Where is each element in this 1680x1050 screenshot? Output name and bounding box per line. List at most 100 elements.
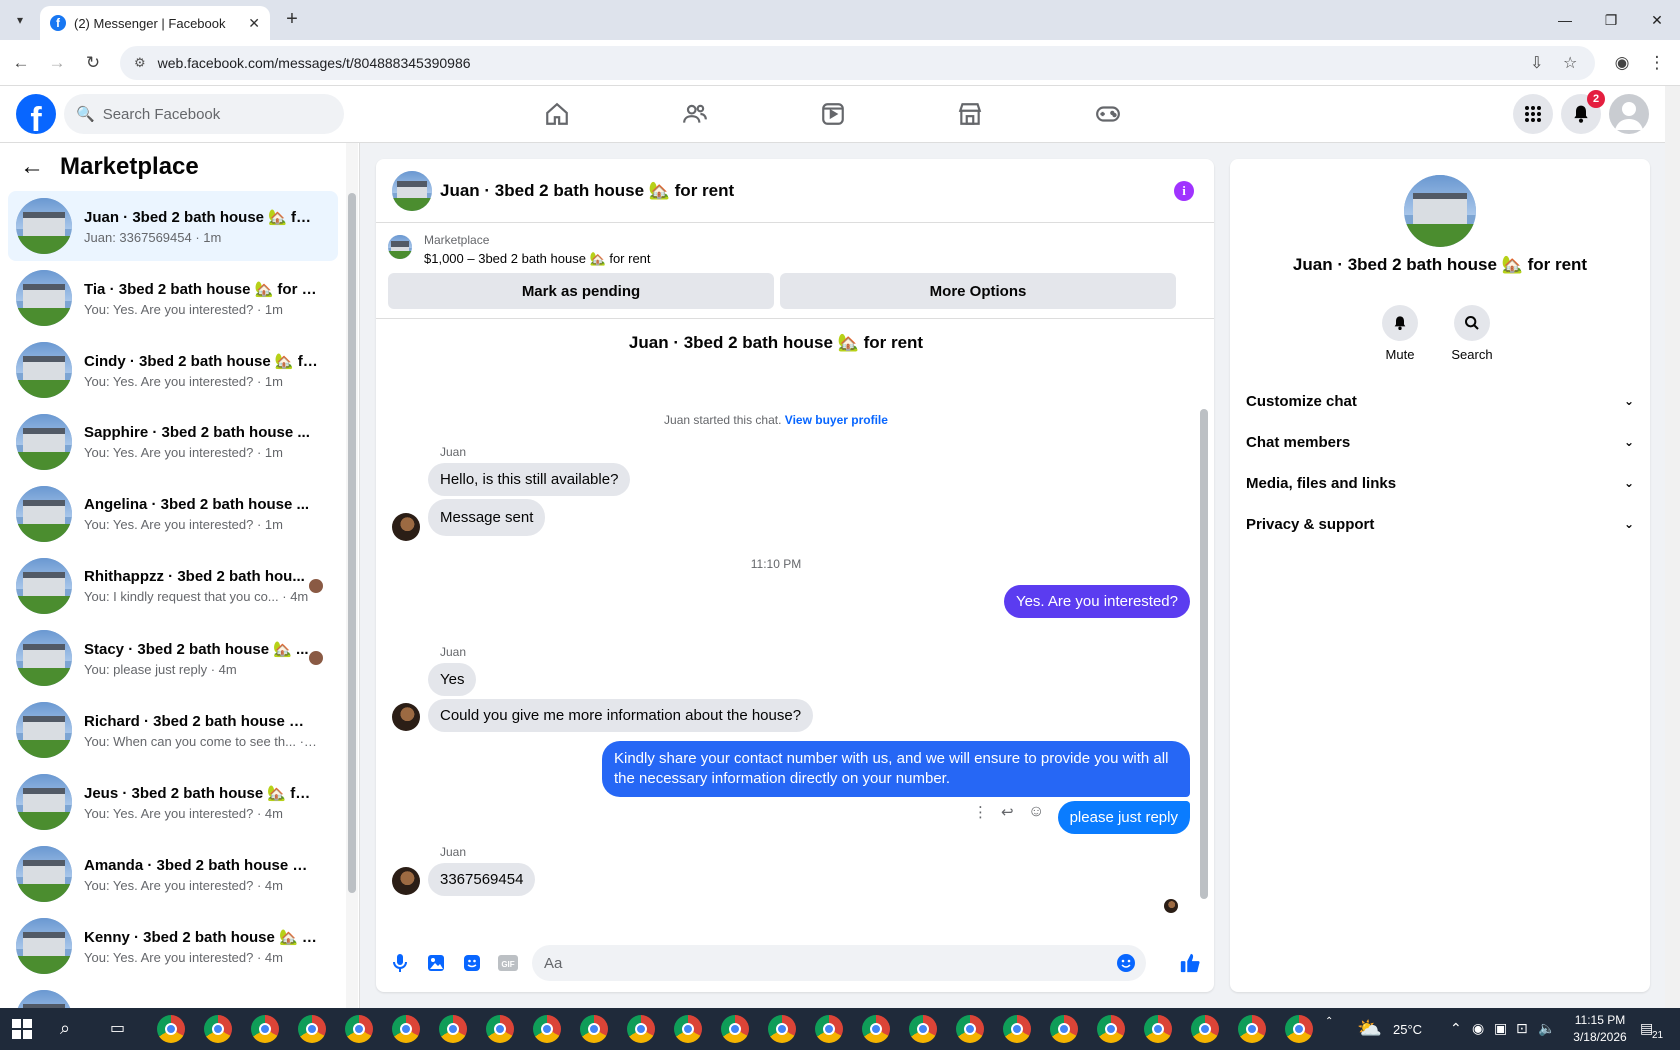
conversation-item[interactable]: Kenny · 3bed 2 bath house 🏡 f... You: Yes… (8, 911, 338, 981)
incoming-message[interactable]: Message sent (428, 499, 546, 536)
browser-menu-icon[interactable]: ⋮ (1644, 50, 1670, 76)
friends-icon[interactable] (677, 96, 713, 132)
view-buyer-profile-link[interactable]: View buyer profile (785, 413, 888, 427)
search-input[interactable]: 🔍 Search Facebook (64, 94, 344, 134)
outgoing-message[interactable]: please just reply (1057, 801, 1190, 834)
chrome-taskbar-icon[interactable] (1003, 1015, 1031, 1043)
incoming-message[interactable]: Yes (428, 663, 477, 696)
chrome-taskbar-icon[interactable] (1050, 1015, 1078, 1043)
search-in-conversation-button[interactable]: Search (1442, 305, 1502, 362)
tray-meet-icon[interactable]: ▣ (1494, 1020, 1507, 1037)
back-icon[interactable]: ← (8, 50, 34, 76)
marketplace-icon[interactable] (952, 96, 988, 132)
profile-icon[interactable]: ◉ (1609, 50, 1635, 76)
listing-title[interactable]: $1,000 – 3bed 2 bath house 🏡 for rent (424, 251, 651, 267)
clock-date[interactable]: 3/18/2026 (1570, 1030, 1630, 1044)
chrome-taskbar-icon[interactable] (1144, 1015, 1172, 1043)
account-avatar[interactable] (1609, 94, 1649, 134)
chrome-taskbar-icon[interactable] (439, 1015, 467, 1043)
facebook-logo-icon[interactable]: f (16, 94, 56, 134)
sticker-icon[interactable] (460, 951, 484, 975)
message-input[interactable]: Aa (532, 945, 1146, 981)
mute-button[interactable]: Mute (1370, 305, 1430, 362)
chat-header-thumbnail[interactable] (392, 170, 432, 211)
bookmark-star-icon[interactable]: ☆ (1563, 53, 1577, 73)
windows-start-icon[interactable] (12, 1019, 32, 1039)
notifications-bell-icon[interactable]: 2 (1561, 90, 1605, 134)
chrome-taskbar-icon[interactable] (1238, 1015, 1266, 1043)
conversation-item[interactable]: Richard · 3bed 2 bath house 🏡 ... You: Wh… (8, 695, 338, 765)
chrome-taskbar-icon[interactable] (204, 1015, 232, 1043)
conversation-item[interactable]: Rhithappzz · 3bed 2 bath hou... You: I ki… (8, 551, 338, 621)
window-close-icon[interactable]: ✕ (1634, 0, 1680, 40)
clock-time[interactable]: 11:15 PM (1570, 1013, 1630, 1027)
conversation-item[interactable]: Stacy · 3bed 2 bath house 🏡 ... You: plea… (8, 623, 338, 693)
chat-members-row[interactable]: Chat members ⌄ (1246, 422, 1634, 462)
site-info-icon[interactable]: ⚙ (134, 55, 146, 71)
chrome-taskbar-icon[interactable] (909, 1015, 937, 1043)
task-view-icon[interactable]: ▭ (110, 1018, 125, 1038)
photo-icon[interactable] (424, 951, 448, 975)
volume-icon[interactable]: 🔈 (1538, 1020, 1555, 1037)
mark-as-pending-button[interactable]: Mark as pending (388, 273, 774, 309)
sender-avatar[interactable] (392, 703, 420, 731)
home-icon[interactable] (539, 96, 575, 132)
incoming-message[interactable]: Could you give me more information about… (428, 699, 814, 732)
reply-icon[interactable]: ↩ (1001, 803, 1014, 821)
chrome-taskbar-icon[interactable] (815, 1015, 843, 1043)
more-options-button[interactable]: More Options (780, 273, 1176, 309)
chrome-taskbar-icon[interactable] (627, 1015, 655, 1043)
outgoing-message[interactable]: Kindly share your contact number with us… (602, 741, 1190, 797)
customize-chat-row[interactable]: Customize chat ⌄ (1246, 381, 1634, 421)
restore-icon[interactable]: ❐ (1588, 0, 1634, 40)
message-more-icon[interactable]: ⋮ (973, 803, 988, 821)
minimize-icon[interactable]: — (1542, 0, 1588, 40)
reload-icon[interactable]: ↻ (80, 50, 106, 76)
back-arrow-icon[interactable]: ← (20, 153, 44, 181)
taskbar-overflow-icon[interactable]: ⌃ (1325, 1016, 1333, 1027)
new-tab-icon[interactable]: + (280, 8, 304, 31)
outgoing-message[interactable]: Yes. Are you interested? (1003, 585, 1190, 618)
gaming-icon[interactable] (1090, 96, 1126, 132)
listing-thumbnail[interactable] (388, 235, 412, 259)
privacy-support-row[interactable]: Privacy & support ⌄ (1246, 504, 1634, 544)
network-icon[interactable]: ⊡ (1516, 1020, 1528, 1037)
weather-temp[interactable]: 25°C (1393, 1022, 1422, 1037)
conversation-item[interactable]: Sapphire · 3bed 2 bath house ... You: Yes… (8, 407, 338, 477)
conversation-item[interactable]: Juan · 3bed 2 bath house 🏡 for ... Juan: … (8, 191, 338, 261)
chrome-taskbar-icon[interactable] (768, 1015, 796, 1043)
info-icon[interactable]: i (1174, 181, 1194, 201)
video-icon[interactable] (815, 96, 851, 132)
conversation-item[interactable]: Amanda · 3bed 2 bath house 🏡... You: Yes.… (8, 839, 338, 909)
chat-details-avatar[interactable] (1404, 175, 1476, 247)
sender-avatar[interactable] (392, 867, 420, 895)
taskbar-search-icon[interactable]: ⌕ (60, 1018, 70, 1039)
chrome-taskbar-icon[interactable] (1097, 1015, 1125, 1043)
tray-up-icon[interactable]: ⌃ (1450, 1020, 1462, 1037)
chrome-taskbar-icon[interactable] (533, 1015, 561, 1043)
chat-title[interactable]: Juan · 3bed 2 bath house 🏡 for rent (440, 181, 734, 201)
chrome-taskbar-icon[interactable] (486, 1015, 514, 1043)
microphone-icon[interactable] (388, 951, 412, 975)
like-thumbs-up-icon[interactable] (1178, 951, 1202, 975)
react-icon[interactable]: ☺ (1028, 803, 1044, 821)
emoji-icon[interactable] (1116, 953, 1136, 977)
conversation-item[interactable]: Angelina · 3bed 2 bath house ... You: Yes… (8, 479, 338, 549)
chrome-taskbar-icon[interactable] (1191, 1015, 1219, 1043)
menu-grid-icon[interactable] (1513, 94, 1553, 134)
left-scrollbar-thumb[interactable] (348, 193, 356, 893)
chrome-taskbar-icon[interactable] (298, 1015, 326, 1043)
chrome-taskbar-icon[interactable] (251, 1015, 279, 1043)
thread-scrollbar-thumb[interactable] (1200, 409, 1208, 899)
chrome-taskbar-icon[interactable] (956, 1015, 984, 1043)
install-icon[interactable]: ⇩ (1530, 53, 1543, 73)
chrome-taskbar-icon[interactable] (580, 1015, 608, 1043)
weather-icon[interactable]: ⛅ (1357, 1016, 1382, 1041)
conversation-item[interactable]: Cindy · 3bed 2 bath house 🏡 fo... You: Ye… (8, 335, 338, 405)
conversation-item[interactable]: Sha'Niyah · 3bed 2 bath hous... (8, 983, 338, 1008)
chrome-taskbar-icon[interactable] (157, 1015, 185, 1043)
chrome-taskbar-icon[interactable] (721, 1015, 749, 1043)
browser-tab[interactable]: f (2) Messenger | Facebook ✕ (40, 6, 270, 40)
gif-icon[interactable]: GIF (496, 951, 520, 975)
chrome-taskbar-icon[interactable] (345, 1015, 373, 1043)
